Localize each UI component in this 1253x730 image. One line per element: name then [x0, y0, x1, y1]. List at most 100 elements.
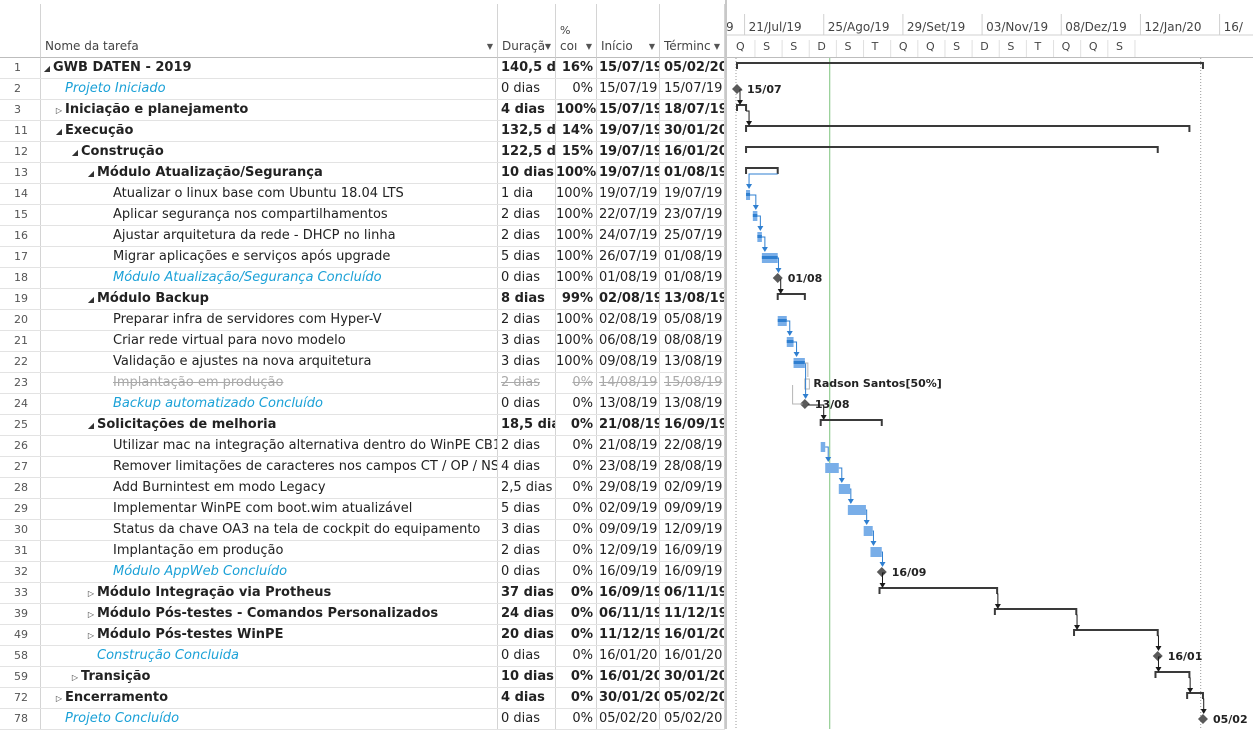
row-duration[interactable]: 3 dias	[498, 331, 556, 351]
row-duration[interactable]: 122,5 dia	[498, 142, 556, 162]
expand-toggle-icon[interactable]: ▷	[85, 626, 97, 645]
row-percent-complete[interactable]: 0%	[556, 688, 597, 708]
task-row[interactable]: 59 ▷ Transição 10 dias 0% 16/01/20 30/01/20	[0, 667, 725, 688]
row-duration[interactable]: 0 dias	[498, 709, 556, 729]
task-row[interactable]: 30 Status da chave OA3 na tela de cockpit…	[0, 520, 725, 541]
row-percent-complete[interactable]: 0%	[556, 373, 597, 393]
row-task-name[interactable]: ▷ Transição	[41, 667, 498, 687]
task-row[interactable]: 13 ◢ Módulo Atualização/Segurança 10 dias 10…	[0, 163, 725, 184]
row-task-name[interactable]: ◢ Solicitações de melhoria	[41, 415, 498, 435]
row-duration[interactable]: 2,5 dias	[498, 478, 556, 498]
expand-toggle-icon[interactable]: ▷	[69, 668, 81, 687]
row-start-date[interactable]: 26/07/19	[597, 247, 660, 267]
row-task-name[interactable]: ▷ Encerramento	[41, 688, 498, 708]
row-duration[interactable]: 37 dias	[498, 583, 556, 603]
row-task-name[interactable]: Módulo AppWeb Concluído	[41, 562, 498, 582]
row-duration[interactable]: 10 dias	[498, 163, 556, 183]
row-task-name[interactable]: Status da chave OA3 na tela de cockpit d…	[41, 520, 498, 540]
row-finish-date[interactable]: 18/07/19	[660, 100, 725, 120]
collapse-toggle-icon[interactable]: ◢	[69, 143, 81, 162]
row-finish-date[interactable]: 25/07/19	[660, 226, 725, 246]
row-task-name[interactable]: Backup automatizado Concluído	[41, 394, 498, 414]
row-finish-date[interactable]: 15/08/19	[660, 373, 725, 393]
task-row[interactable]: 1◢GWB DATEN - 2019140,5 dia16%15/07/1905…	[0, 58, 725, 79]
row-duration[interactable]: 4 dias	[498, 457, 556, 477]
row-start-date[interactable]: 19/07/19	[597, 142, 660, 162]
collapse-toggle-icon[interactable]: ◢	[53, 122, 65, 141]
row-start-date[interactable]: 15/07/19	[597, 58, 660, 78]
row-percent-complete[interactable]: 0%	[556, 583, 597, 603]
row-task-name[interactable]: Ajustar arquitetura da rede - DHCP no li…	[41, 226, 498, 246]
row-start-date[interactable]: 16/01/20	[597, 667, 660, 687]
row-start-date[interactable]: 09/09/19	[597, 520, 660, 540]
row-percent-complete[interactable]: 0%	[556, 646, 597, 666]
percent-filter-icon[interactable]: ▼	[586, 42, 592, 51]
row-percent-complete[interactable]: 99%	[556, 289, 597, 309]
row-start-date[interactable]: 24/07/19	[597, 226, 660, 246]
row-finish-date[interactable]: 16/01/20	[660, 142, 725, 162]
row-task-name[interactable]: Projeto Iniciado	[41, 79, 498, 99]
row-task-name[interactable]: ▷ Iniciação e planejamento	[41, 100, 498, 120]
row-start-date[interactable]: 12/09/19	[597, 541, 660, 561]
row-start-date[interactable]: 21/08/19	[597, 436, 660, 456]
row-duration[interactable]: 1 dia	[498, 184, 556, 204]
row-duration[interactable]: 3 dias	[498, 352, 556, 372]
row-task-name[interactable]: ◢ GWB DATEN - 2019	[41, 58, 498, 78]
row-task-name[interactable]: Add Burnintest em modo Legacy	[41, 478, 498, 498]
task-row[interactable]: 32 Módulo AppWeb Concluído 0 dias 0% 16/09/1…	[0, 562, 725, 583]
row-start-date[interactable]: 02/09/19	[597, 499, 660, 519]
collapse-toggle-icon[interactable]: ◢	[41, 59, 53, 78]
header-finish[interactable]: Términc ▼	[660, 4, 725, 58]
row-finish-date[interactable]: 05/02/20	[660, 709, 725, 729]
task-name-filter-icon[interactable]: ▼	[487, 42, 493, 51]
row-start-date[interactable]: 05/02/20	[597, 709, 660, 729]
row-duration[interactable]: 4 dias	[498, 688, 556, 708]
row-finish-date[interactable]: 05/08/19	[660, 310, 725, 330]
row-percent-complete[interactable]: 0%	[556, 394, 597, 414]
row-duration[interactable]: 2 dias	[498, 205, 556, 225]
header-task-name[interactable]: Nome da tarefa ▼	[41, 4, 498, 58]
row-percent-complete[interactable]: 0%	[556, 604, 597, 624]
row-start-date[interactable]: 22/07/19	[597, 205, 660, 225]
row-finish-date[interactable]: 16/01/20	[660, 646, 725, 666]
row-start-date[interactable]: 16/09/19	[597, 562, 660, 582]
row-finish-date[interactable]: 01/08/19	[660, 163, 725, 183]
row-finish-date[interactable]: 06/11/19	[660, 583, 725, 603]
row-finish-date[interactable]: 23/07/19	[660, 205, 725, 225]
task-row[interactable]: 20 Preparar infra de servidores com Hyper…	[0, 310, 725, 331]
row-task-name[interactable]: ▷ Módulo Pós-testes - Comandos Personaliz…	[41, 604, 498, 624]
row-start-date[interactable]: 23/08/19	[597, 457, 660, 477]
row-percent-complete[interactable]: 0%	[556, 79, 597, 99]
row-start-date[interactable]: 16/01/20	[597, 646, 660, 666]
row-duration[interactable]: 2 dias	[498, 310, 556, 330]
row-task-name[interactable]: Implantação em produção	[41, 373, 498, 393]
task-row[interactable]: 27 Remover limitações de caracteres nos c…	[0, 457, 725, 478]
row-percent-complete[interactable]: 0%	[556, 478, 597, 498]
row-start-date[interactable]: 02/08/19	[597, 310, 660, 330]
header-percent[interactable]: % coı ▼	[556, 4, 597, 58]
row-finish-date[interactable]: 16/09/19	[660, 541, 725, 561]
task-row[interactable]: 12◢Construção122,5 dia15%19/07/1916/01/2…	[0, 142, 725, 163]
row-task-name[interactable]: Aplicar segurança nos compartilhamentos	[41, 205, 498, 225]
task-row[interactable]: 78 Projeto Concluído 0 dias 0% 05/02/20 05/02…	[0, 709, 725, 730]
row-duration[interactable]: 18,5 dias	[498, 415, 556, 435]
row-start-date[interactable]: 06/08/19	[597, 331, 660, 351]
row-task-name[interactable]: Remover limitações de caracteres nos cam…	[41, 457, 498, 477]
task-row[interactable]: 31 Implantação em produção 2 dias 0% 12/09/1…	[0, 541, 725, 562]
row-finish-date[interactable]: 30/01/20	[660, 121, 725, 141]
row-duration[interactable]: 0 dias	[498, 268, 556, 288]
task-row[interactable]: 15 Aplicar segurança nos compartilhamento…	[0, 205, 725, 226]
task-row[interactable]: 21 Criar rede virtual para novo modelo 3 d…	[0, 331, 725, 352]
header-id[interactable]	[0, 4, 41, 58]
task-row[interactable]: 26 Utilizar mac na integração alternativa…	[0, 436, 725, 457]
row-duration[interactable]: 5 dias	[498, 499, 556, 519]
task-row[interactable]: 33 ▷ Módulo Integração via Protheus 37 dias…	[0, 583, 725, 604]
row-percent-complete[interactable]: 16%	[556, 58, 597, 78]
task-row[interactable]: 25◢Solicitações de melhoria18,5 dias0%21…	[0, 415, 725, 436]
row-duration[interactable]: 10 dias	[498, 667, 556, 687]
row-task-name[interactable]: Utilizar mac na integração alternativa d…	[41, 436, 498, 456]
row-duration[interactable]: 2 dias	[498, 373, 556, 393]
task-row[interactable]: 23 Implantação em produção 2 dias 0% 14/08/1…	[0, 373, 725, 394]
row-duration[interactable]: 5 dias	[498, 247, 556, 267]
row-finish-date[interactable]: 01/08/19	[660, 268, 725, 288]
